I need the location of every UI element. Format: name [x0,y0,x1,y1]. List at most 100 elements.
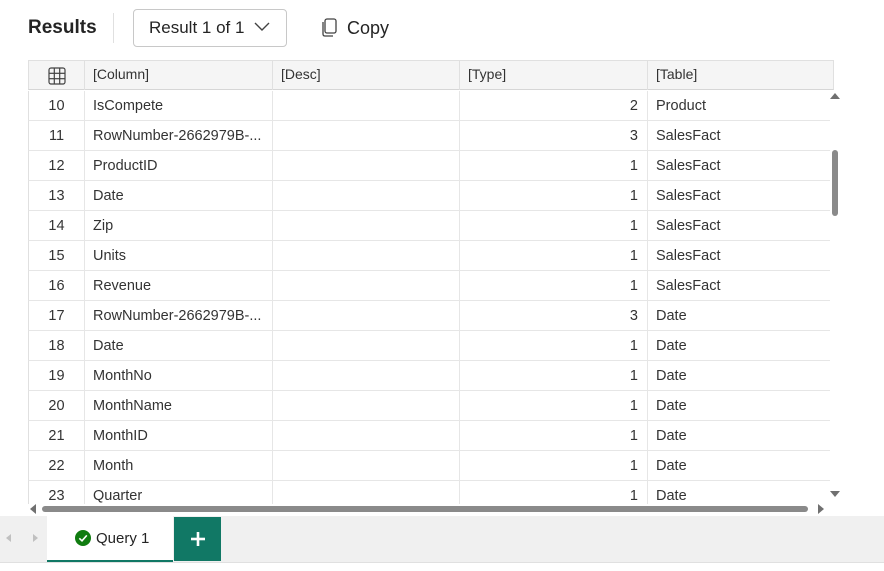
table-cell[interactable]: SalesFact [648,181,834,210]
column-cell[interactable]: RowNumber-2662979B-... [85,121,273,150]
table-cell[interactable]: Date [648,301,834,330]
type-cell[interactable]: 1 [460,181,648,210]
table-row[interactable]: 20 MonthName 1 Date [28,391,830,421]
desc-cell[interactable] [273,271,460,300]
type-cell[interactable]: 1 [460,391,648,420]
column-header-column[interactable]: [Column] [85,61,273,90]
row-number-cell[interactable]: 19 [29,361,85,390]
column-cell[interactable]: Quarter [85,481,273,504]
scroll-down-arrow-icon[interactable] [830,491,840,497]
table-row[interactable]: 19 MonthNo 1 Date [28,361,830,391]
column-cell[interactable]: IsCompete [85,91,273,120]
column-header-table[interactable]: [Table] [648,61,834,90]
desc-cell[interactable] [273,301,460,330]
row-number-cell[interactable]: 22 [29,451,85,480]
table-row[interactable]: 15 Units 1 SalesFact [28,241,830,271]
row-number-cell[interactable]: 21 [29,421,85,450]
column-header-type[interactable]: [Type] [460,61,648,90]
type-cell[interactable]: 1 [460,451,648,480]
table-row[interactable]: 12 ProductID 1 SalesFact [28,151,830,181]
column-cell[interactable]: ProductID [85,151,273,180]
table-row[interactable]: 18 Date 1 Date [28,331,830,361]
desc-cell[interactable] [273,331,460,360]
column-header-desc[interactable]: [Desc] [273,61,460,90]
table-cell[interactable]: Date [648,421,834,450]
table-row[interactable]: 16 Revenue 1 SalesFact [28,271,830,301]
desc-cell[interactable] [273,481,460,504]
type-cell[interactable]: 1 [460,241,648,270]
row-number-cell[interactable]: 15 [29,241,85,270]
table-cell[interactable]: SalesFact [648,241,834,270]
row-number-cell[interactable]: 23 [29,481,85,504]
tab-scroll-right-icon[interactable] [33,534,38,542]
copy-button[interactable]: Copy [320,14,389,42]
row-number-cell[interactable]: 16 [29,271,85,300]
table-cell[interactable]: SalesFact [648,211,834,240]
column-cell[interactable]: Units [85,241,273,270]
desc-cell[interactable] [273,241,460,270]
column-cell[interactable]: MonthID [85,421,273,450]
desc-cell[interactable] [273,91,460,120]
column-cell[interactable]: MonthNo [85,361,273,390]
add-query-button[interactable] [174,517,221,561]
tab-query-1[interactable]: Query 1 [47,516,173,562]
table-row[interactable]: 23 Quarter 1 Date [28,481,830,504]
column-cell[interactable]: MonthName [85,391,273,420]
scroll-right-arrow-icon[interactable] [818,504,824,514]
type-cell[interactable]: 3 [460,301,648,330]
vertical-scrollbar[interactable] [829,90,841,504]
table-cell[interactable]: Product [648,91,834,120]
table-cell[interactable]: Date [648,451,834,480]
tab-scroll-left-icon[interactable] [6,534,11,542]
type-cell[interactable]: 1 [460,361,648,390]
desc-cell[interactable] [273,361,460,390]
type-cell[interactable]: 2 [460,91,648,120]
desc-cell[interactable] [273,451,460,480]
scroll-left-arrow-icon[interactable] [30,504,36,514]
row-number-cell[interactable]: 11 [29,121,85,150]
desc-cell[interactable] [273,121,460,150]
type-cell[interactable]: 1 [460,271,648,300]
column-cell[interactable]: Date [85,331,273,360]
table-cell[interactable]: Date [648,361,834,390]
row-number-cell[interactable]: 10 [29,91,85,120]
row-number-cell[interactable]: 14 [29,211,85,240]
type-cell[interactable]: 1 [460,151,648,180]
vertical-scroll-thumb[interactable] [832,150,838,216]
column-cell[interactable]: Revenue [85,271,273,300]
type-cell[interactable]: 1 [460,211,648,240]
column-cell[interactable]: Month [85,451,273,480]
horizontal-scrollbar[interactable] [28,503,828,515]
table-row[interactable]: 13 Date 1 SalesFact [28,181,830,211]
result-selector-dropdown[interactable]: Result 1 of 1 [133,9,287,47]
table-row[interactable]: 22 Month 1 Date [28,451,830,481]
column-cell[interactable]: Date [85,181,273,210]
desc-cell[interactable] [273,391,460,420]
row-number-cell[interactable]: 12 [29,151,85,180]
desc-cell[interactable] [273,151,460,180]
column-cell[interactable]: Zip [85,211,273,240]
table-row[interactable]: 11 RowNumber-2662979B-... 3 SalesFact [28,121,830,151]
desc-cell[interactable] [273,421,460,450]
desc-cell[interactable] [273,181,460,210]
table-cell[interactable]: SalesFact [648,271,834,300]
type-cell[interactable]: 1 [460,421,648,450]
select-all-cell[interactable] [29,61,85,90]
horizontal-scroll-thumb[interactable] [42,506,808,512]
type-cell[interactable]: 1 [460,481,648,504]
table-row[interactable]: 14 Zip 1 SalesFact [28,211,830,241]
table-cell[interactable]: SalesFact [648,151,834,180]
table-cell[interactable]: Date [648,481,834,504]
desc-cell[interactable] [273,211,460,240]
table-cell[interactable]: Date [648,331,834,360]
row-number-cell[interactable]: 13 [29,181,85,210]
table-row[interactable]: 10 IsCompete 2 Product [28,91,830,121]
type-cell[interactable]: 3 [460,121,648,150]
row-number-cell[interactable]: 18 [29,331,85,360]
scroll-up-arrow-icon[interactable] [830,93,840,99]
table-row[interactable]: 17 RowNumber-2662979B-... 3 Date [28,301,830,331]
table-cell[interactable]: Date [648,391,834,420]
row-number-cell[interactable]: 20 [29,391,85,420]
row-number-cell[interactable]: 17 [29,301,85,330]
column-cell[interactable]: RowNumber-2662979B-... [85,301,273,330]
